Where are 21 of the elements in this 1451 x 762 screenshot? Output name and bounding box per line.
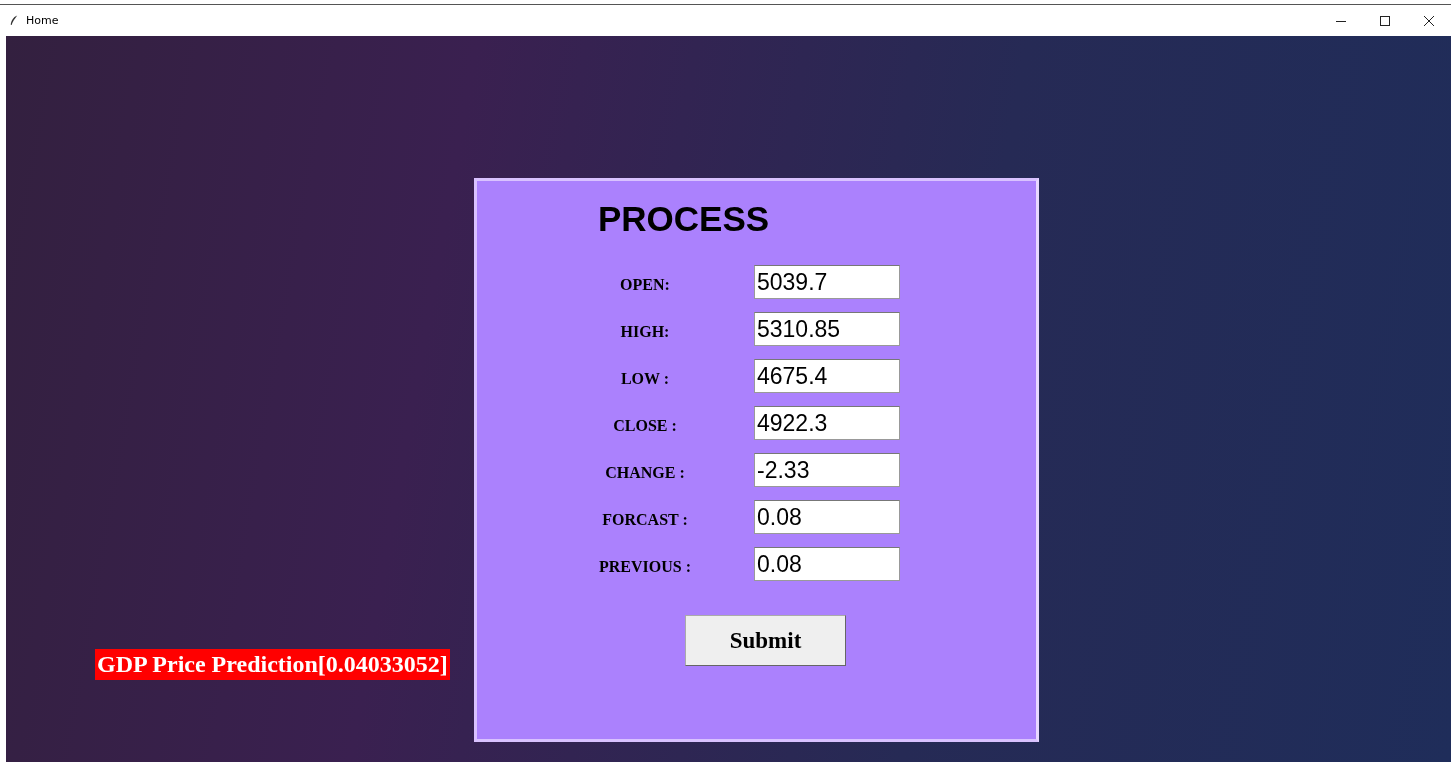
input-field[interactable]: 5310.85 — [754, 312, 900, 346]
maximize-icon[interactable] — [1380, 15, 1390, 26]
close-icon[interactable] — [1424, 15, 1434, 26]
field-label: CHANGE : — [604, 463, 686, 482]
prediction-result: GDP Price Prediction[0.04033052] — [95, 649, 450, 680]
field-label: FORCAST : — [601, 510, 689, 529]
input-field[interactable]: 4675.4 — [754, 359, 900, 393]
input-field[interactable]: 0.08 — [754, 500, 900, 534]
input-field[interactable]: 4922.3 — [754, 406, 900, 440]
submit-button[interactable]: Submit — [685, 615, 846, 666]
input-field[interactable]: 5039.7 — [754, 265, 900, 299]
field-label: HIGH: — [619, 322, 671, 341]
field-label: OPEN: — [619, 275, 671, 294]
field-label: PREVIOUS : — [598, 557, 692, 576]
form-title: PROCESS — [598, 199, 771, 239]
input-field[interactable]: -2.33 — [754, 453, 900, 487]
field-label: LOW : — [619, 369, 671, 388]
feather-icon — [10, 14, 18, 27]
window-title: Home — [26, 14, 59, 27]
input-field[interactable]: 0.08 — [754, 547, 900, 581]
field-label: CLOSE : — [612, 416, 678, 435]
